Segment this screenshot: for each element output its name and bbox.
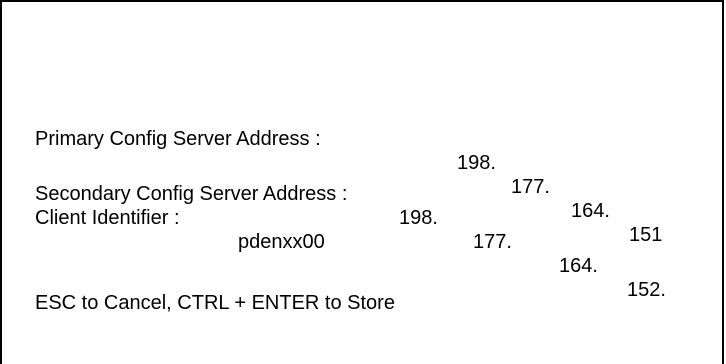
config-screen: Primary Config Server Address : 198. 177…	[0, 0, 724, 364]
secondary-server-row: Secondary Config Server Address : 198. 1…	[35, 158, 725, 301]
secondary-octet-1[interactable]: 198.	[399, 206, 438, 230]
primary-server-label: Primary Config Server Address :	[35, 128, 321, 150]
client-identifier-value[interactable]: pdenxx00	[238, 230, 325, 254]
primary-server-row: Primary Config Server Address : 198. 177…	[35, 103, 725, 246]
key-hint: ESC to Cancel, CTRL + ENTER to Store	[35, 292, 395, 314]
secondary-octet-2[interactable]: 177.	[473, 230, 512, 254]
client-identifier-row: Client Identifier : pdenxx00	[35, 182, 725, 253]
secondary-octet-3[interactable]: 164.	[559, 254, 598, 278]
primary-octet-4[interactable]: 151	[629, 223, 662, 247]
client-identifier-label: Client Identifier :	[35, 207, 180, 229]
